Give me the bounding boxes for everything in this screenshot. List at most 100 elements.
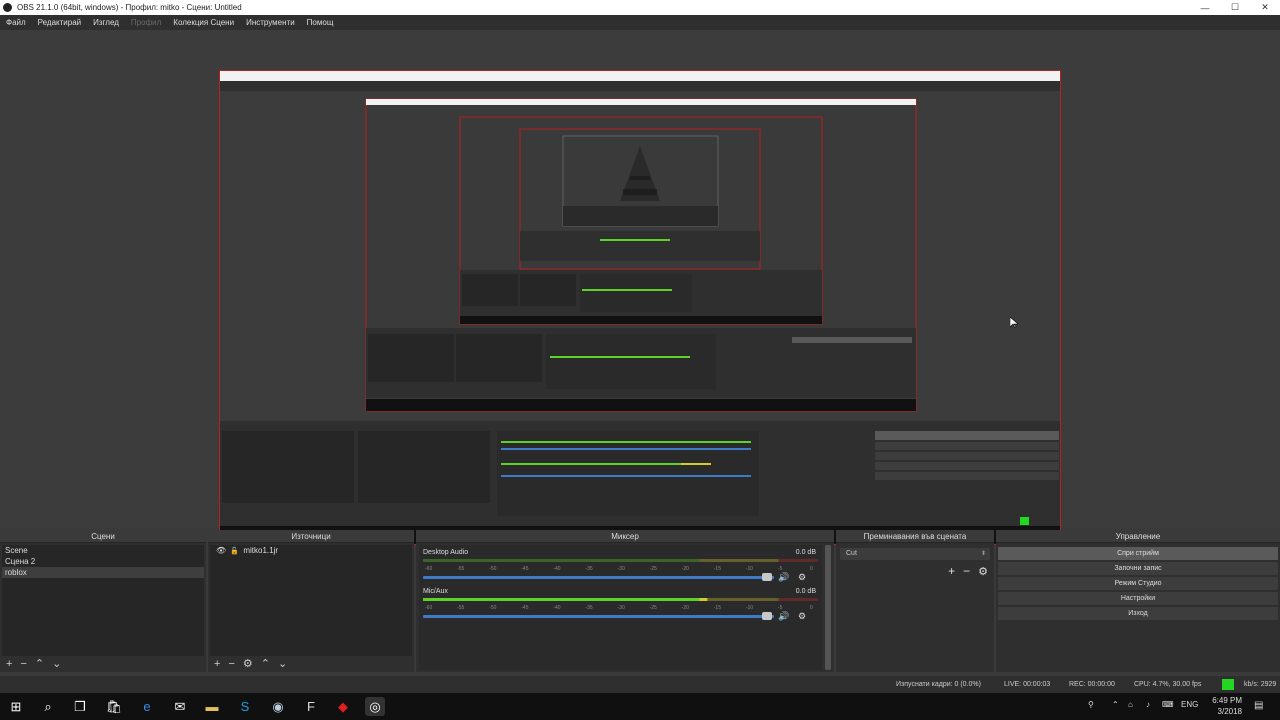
windows-taskbar: ⊞ ⌕ ❐ 🛍 e ✉ ▬ S ◉ F ◆ ◎ ⚲ ⌃ ⌂ ♪ ⌨ ENG 6:… xyxy=(0,693,1280,720)
add-scene-icon[interactable]: + xyxy=(6,658,12,670)
move-up-icon[interactable]: ⌃ xyxy=(35,658,44,670)
volume-slider-handle[interactable] xyxy=(762,612,772,620)
gear-icon[interactable]: ⚙ xyxy=(243,658,253,670)
menu-bar: Файл Редактирай Изглед Профил Колекция С… xyxy=(0,15,1280,30)
studio-mode-button[interactable]: Режим Студио xyxy=(998,577,1278,590)
roblox-studio-icon[interactable]: F xyxy=(301,697,321,716)
status-bar: Изпуснати кадри: 0 (0.0%) LIVE: 00:00:03… xyxy=(0,676,1280,693)
menu-file[interactable]: Файл xyxy=(0,18,32,27)
search-icon[interactable]: ⌕ xyxy=(38,697,58,716)
volume-slider[interactable] xyxy=(423,615,774,618)
sources-dock: Източници 👁 🔓 mitko1.1jr + − ⚙ ⌃ ⌄ xyxy=(208,530,414,672)
add-transition-icon[interactable]: + xyxy=(948,564,955,578)
remove-transition-icon[interactable]: − xyxy=(963,564,970,578)
preview-area[interactable] xyxy=(0,30,1280,545)
scene-item[interactable]: Scene xyxy=(2,545,204,556)
start-recording-button[interactable]: Започни запис xyxy=(998,562,1278,575)
meter-scale-label: 0 xyxy=(810,605,813,611)
sources-header: Източници xyxy=(208,530,414,543)
mail-icon[interactable]: ✉ xyxy=(170,697,190,716)
sources-toolbar: + − ⚙ ⌃ ⌄ xyxy=(214,658,287,670)
network-icon[interactable]: ⌂ xyxy=(1128,700,1133,709)
menu-tools[interactable]: Инструменти xyxy=(240,18,301,27)
settings-button[interactable]: Настройки xyxy=(998,592,1278,605)
mixer-scrollbar[interactable] xyxy=(825,545,831,670)
chevron-up-icon[interactable]: ⌃ xyxy=(1112,700,1119,709)
transition-select[interactable]: Cut ⬍ xyxy=(840,548,990,560)
meter-scale-label: 0 xyxy=(810,566,813,572)
obs-taskbar-icon[interactable]: ◎ xyxy=(365,697,385,716)
exit-button[interactable]: Изход xyxy=(998,607,1278,620)
meter-scale-label: -50 xyxy=(489,605,496,611)
notifications-icon[interactable]: ▤ xyxy=(1254,700,1263,711)
scene-item-selected[interactable]: roblox xyxy=(2,567,204,578)
skype-icon[interactable]: S xyxy=(235,697,255,716)
volume-meter: -60 -55 -50 -45 -40 -35 -30 -25 -20 -15 -10 -5 0 xyxy=(423,598,818,611)
menu-profile[interactable]: Профил xyxy=(125,18,167,27)
roblox-icon[interactable]: ◆ xyxy=(333,697,353,716)
volume-meter: -60 -55 -50 -45 -40 -35 -30 -25 -20 -15 -10 -5 0 xyxy=(423,559,818,572)
dropped-frames: Изпуснати кадри: 0 (0.0%) xyxy=(896,681,981,688)
meter-scale-label: -10 xyxy=(746,566,753,572)
clock[interactable]: 6:49 PM 3/2018 xyxy=(1212,695,1242,717)
scenes-header: Сцени xyxy=(0,530,206,543)
scene-item[interactable]: Сцена 2 xyxy=(2,556,204,567)
store-icon[interactable]: 🛍 xyxy=(104,697,124,716)
mixer-channel-desktop: Desktop Audio 0.0 dB -60 -55 -50 -45 -40 -35 -… xyxy=(423,549,818,587)
maximize-button[interactable]: ☐ xyxy=(1220,0,1250,15)
chevron-updown-icon: ⬍ xyxy=(980,551,986,557)
recursive-preview-image xyxy=(220,71,1060,544)
menu-help[interactable]: Помощ xyxy=(301,18,340,27)
meter-scale-label: -55 xyxy=(457,605,464,611)
volume-slider-handle[interactable] xyxy=(762,573,772,581)
remove-source-icon[interactable]: − xyxy=(228,658,234,670)
task-view-icon[interactable]: ❐ xyxy=(70,697,90,716)
remove-scene-icon[interactable]: − xyxy=(20,658,26,670)
discord-icon[interactable]: ◉ xyxy=(268,697,288,716)
add-source-icon[interactable]: + xyxy=(214,658,220,670)
window-title: OBS 21.1.0 (64bit, windows) - Профил: mi… xyxy=(17,3,242,12)
preview-canvas[interactable] xyxy=(219,70,1061,545)
people-icon[interactable]: ⚲ xyxy=(1088,700,1094,709)
move-up-icon[interactable]: ⌃ xyxy=(261,658,270,670)
file-explorer-icon[interactable]: ▬ xyxy=(202,697,222,716)
clock-time: 6:49 PM xyxy=(1212,696,1242,705)
source-item[interactable]: 👁 🔓 mitko1.1jr xyxy=(210,545,412,556)
clock-date: 3/2018 xyxy=(1217,707,1242,716)
bitrate: kb/s: 2929 xyxy=(1244,681,1277,688)
source-label: mitko1.1jr xyxy=(243,546,279,555)
mixer-header: Миксер xyxy=(416,530,834,543)
live-time: LIVE: 00:00:03 xyxy=(1004,681,1051,688)
gear-icon[interactable]: ⚙ xyxy=(796,572,808,582)
obs-logo-icon xyxy=(3,3,12,12)
language-indicator[interactable]: ENG xyxy=(1181,700,1198,709)
menu-view[interactable]: Изглед xyxy=(87,18,125,27)
gear-icon[interactable]: ⚙ xyxy=(978,565,988,578)
meter-scale-label: -15 xyxy=(714,566,721,572)
language-icon[interactable]: ⌨ xyxy=(1162,700,1174,709)
channel-db: 0.0 dB xyxy=(795,588,816,595)
volume-icon[interactable]: ♪ xyxy=(1146,700,1150,709)
edge-browser-icon[interactable]: e xyxy=(137,697,157,716)
lock-icon[interactable]: 🔓 xyxy=(230,548,239,555)
close-button[interactable]: ✕ xyxy=(1250,0,1280,15)
meter-scale-label: -10 xyxy=(746,605,753,611)
move-down-icon[interactable]: ⌄ xyxy=(278,658,287,670)
meter-scale-label: -15 xyxy=(714,605,721,611)
volume-slider[interactable] xyxy=(423,576,774,579)
menu-edit[interactable]: Редактирай xyxy=(32,18,87,27)
speaker-icon[interactable]: 🔊 xyxy=(778,611,790,621)
meter-scale-label: -30 xyxy=(618,566,625,572)
minimize-button[interactable]: — xyxy=(1190,0,1220,15)
eye-icon[interactable]: 👁 xyxy=(216,546,226,555)
speaker-icon[interactable]: 🔊 xyxy=(778,572,790,582)
stop-streaming-button[interactable]: Спри стрийм xyxy=(998,547,1278,560)
meter-level xyxy=(423,598,700,601)
transition-selected-value: Cut xyxy=(846,550,857,557)
scenes-dock: Сцени Scene Сцена 2 roblox + − ⌃ ⌄ xyxy=(0,530,206,672)
menu-scene-collection[interactable]: Колекция Сцени xyxy=(167,18,240,27)
windows-start-icon[interactable]: ⊞ xyxy=(6,697,26,716)
meter-scale-label: -35 xyxy=(585,566,592,572)
gear-icon[interactable]: ⚙ xyxy=(796,611,808,621)
move-down-icon[interactable]: ⌄ xyxy=(52,658,61,670)
